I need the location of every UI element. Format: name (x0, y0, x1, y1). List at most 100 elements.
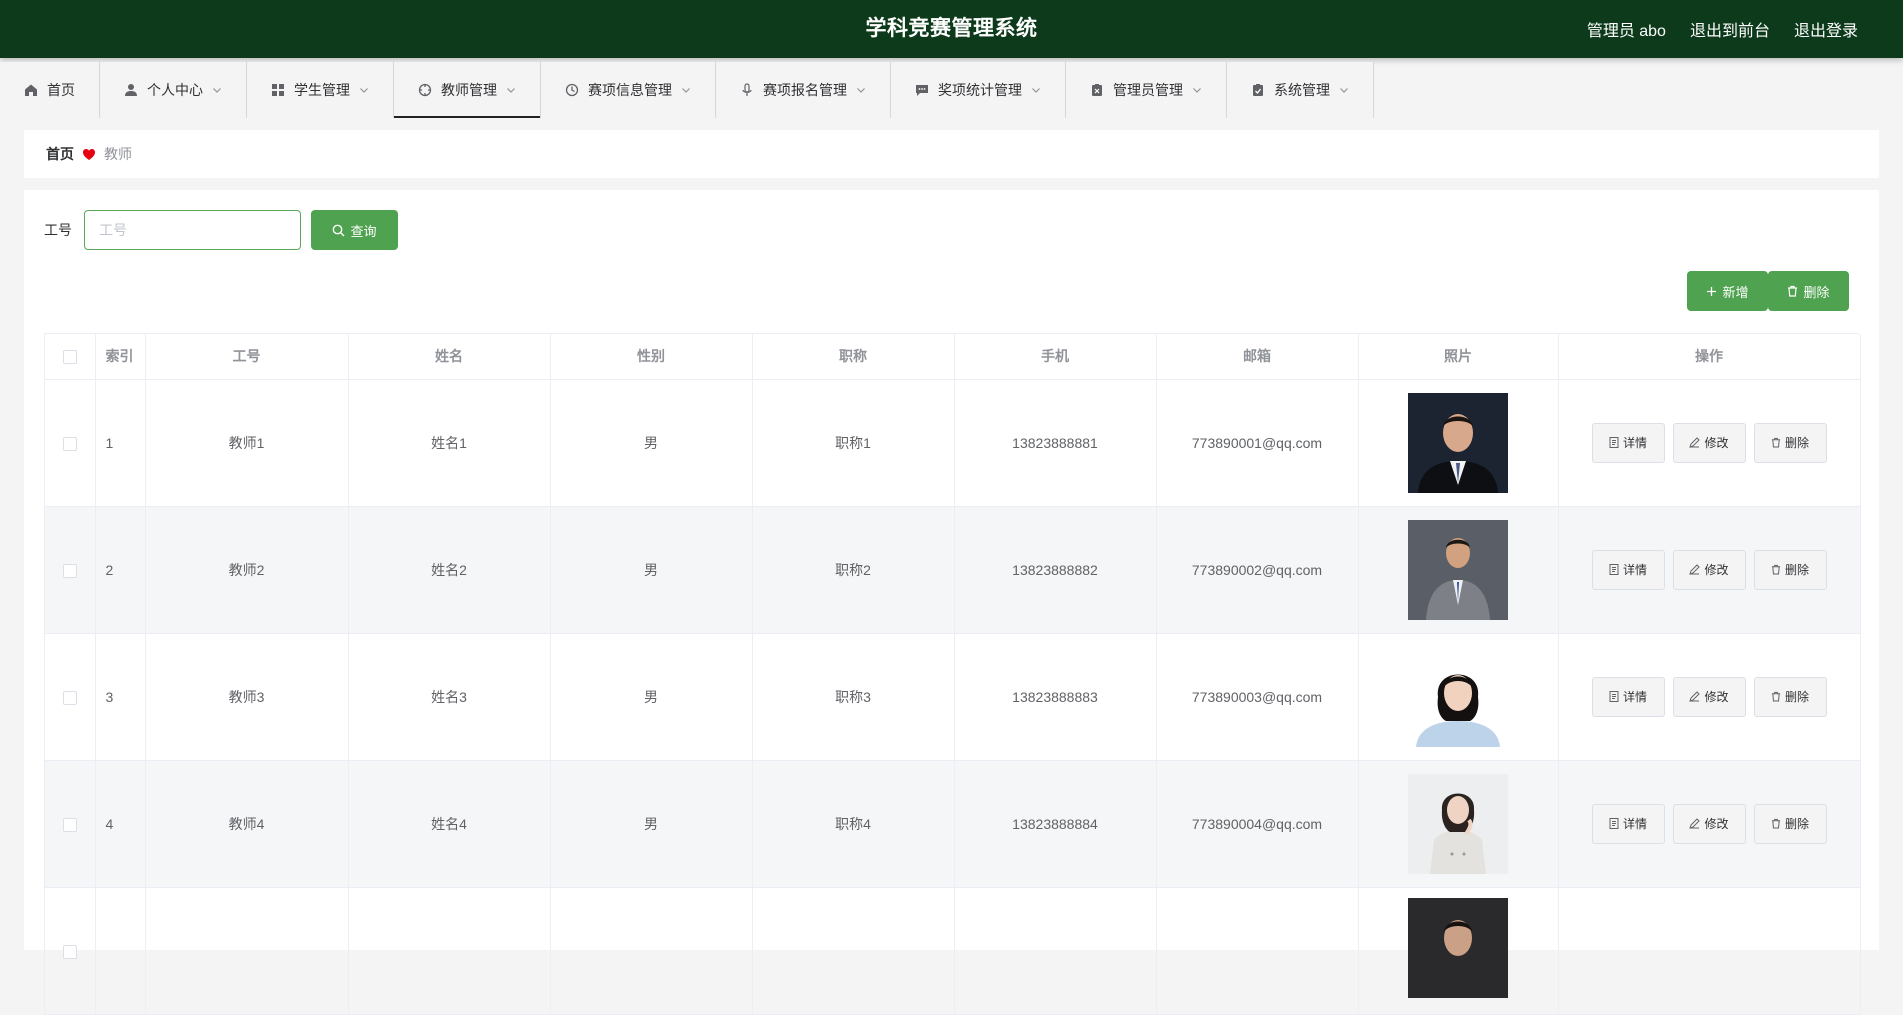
detail-label: 详情 (1622, 563, 1647, 577)
detail-button[interactable]: 详情 (1591, 549, 1665, 590)
batch-delete-button[interactable]: 删除 (1768, 271, 1849, 311)
clipboard-x-icon (1090, 83, 1104, 97)
teacher-photo[interactable] (1408, 646, 1508, 747)
cell-job-no: 教师3 (145, 633, 349, 761)
grid-icon (271, 83, 285, 97)
edit-button[interactable]: 修改 (1672, 803, 1746, 844)
nav-label: 管理员管理 (1113, 82, 1183, 98)
cell-name: 姓名1 (348, 379, 551, 507)
teacher-photo[interactable] (1408, 392, 1508, 493)
delete-label: 删除 (1784, 563, 1809, 577)
nav-item-admin-management[interactable]: 管理员管理 (1066, 62, 1227, 118)
cell-index: 2 (95, 506, 146, 634)
nav-item-student-management[interactable]: 学生管理 (247, 62, 394, 118)
nav-label: 学生管理 (294, 82, 350, 98)
document-icon (1609, 818, 1619, 829)
cell-index: 1 (95, 379, 146, 507)
microphone-icon (740, 83, 754, 97)
add-button[interactable]: 新增 (1687, 271, 1768, 311)
cell-gender: 男 (550, 760, 753, 888)
column-header: 邮箱 (1156, 334, 1359, 380)
nav-item-award-statistics[interactable]: 奖项统计管理 (891, 62, 1066, 118)
cell-actions: 详情 修改 删除 (1558, 633, 1861, 761)
column-header: 照片 (1358, 334, 1559, 380)
row-checkbox[interactable] (62, 944, 77, 959)
cell-email: 773890003@qq.com (1156, 633, 1359, 761)
plus-icon (1706, 286, 1717, 297)
detail-button[interactable]: 详情 (1591, 422, 1665, 463)
exit-to-front-link[interactable]: 退出到前台 (1690, 17, 1770, 41)
teacher-table: 索引 工号 姓名 性别 职称 手机 邮箱 照片 操作 1 教师1 姓名1 男 职… (44, 333, 1861, 1015)
chevron-down-icon (1192, 85, 1202, 95)
column-header: 操作 (1558, 334, 1861, 380)
row-checkbox[interactable] (62, 690, 77, 705)
row-checkbox[interactable] (62, 817, 77, 832)
detail-label: 详情 (1622, 817, 1647, 831)
cell-phone: 13823888884 (954, 760, 1157, 888)
main-nav: 首页 个人中心 学生管理 教师管理 赛项信息管理 赛项报名管理 奖项统计管理 管… (0, 62, 1374, 118)
select-all-cell (45, 334, 96, 380)
pencil-icon (1689, 437, 1701, 448)
document-icon (1609, 564, 1619, 575)
cell-title: 职称2 (752, 506, 955, 634)
search-label: 工号 (44, 222, 72, 238)
delete-label: 删除 (1784, 817, 1809, 831)
row-checkbox[interactable] (62, 436, 77, 451)
user-icon (124, 83, 138, 97)
cell-actions: 详情 修改 删除 (1558, 760, 1861, 888)
pencil-icon (1689, 691, 1701, 702)
current-user-label: 管理员 abo (1586, 23, 1666, 40)
delete-button[interactable]: 删除 (1753, 549, 1827, 590)
nav-item-home[interactable]: 首页 (0, 62, 100, 118)
delete-button[interactable]: 删除 (1753, 676, 1827, 717)
edit-button[interactable]: 修改 (1672, 676, 1746, 717)
trash-icon (1771, 564, 1781, 575)
delete-button[interactable]: 删除 (1753, 803, 1827, 844)
nav-item-personal-center[interactable]: 个人中心 (100, 62, 247, 118)
breadcrumb-home[interactable]: 首页 (46, 144, 74, 164)
select-all-checkbox[interactable] (62, 350, 77, 365)
job-number-search-input[interactable] (84, 210, 301, 250)
detail-button[interactable]: 详情 (1591, 676, 1665, 717)
chevron-down-icon (359, 85, 369, 95)
detail-button[interactable]: 详情 (1591, 803, 1665, 844)
delete-label: 删除 (1784, 690, 1809, 704)
chevron-down-icon (1339, 85, 1349, 95)
chevron-down-icon (856, 85, 866, 95)
column-header: 手机 (954, 334, 1157, 380)
cell-job-no: 教师4 (145, 760, 349, 888)
row-checkbox[interactable] (62, 563, 77, 578)
cell-name: 姓名3 (348, 633, 551, 761)
teacher-photo[interactable] (1408, 897, 1508, 998)
cell-phone: 13823888882 (954, 506, 1157, 634)
home-icon (24, 83, 38, 97)
nav-item-system-management[interactable]: 系统管理 (1227, 62, 1374, 118)
cell-title: 职称4 (752, 760, 955, 888)
top-header: 学科竞赛管理系统 管理员 abo 退出到前台 退出登录 (0, 0, 1903, 58)
teacher-photo[interactable] (1408, 519, 1508, 620)
nav-item-competition-signup[interactable]: 赛项报名管理 (716, 62, 891, 118)
logout-link[interactable]: 退出登录 (1794, 17, 1858, 41)
column-header: 职称 (752, 334, 955, 380)
cell-photo (1358, 506, 1559, 634)
chevron-down-icon (1031, 85, 1041, 95)
cell-email: 773890004@qq.com (1156, 760, 1359, 888)
cell-photo (1358, 760, 1559, 888)
edit-button[interactable]: 修改 (1672, 549, 1746, 590)
cell-title: 职称3 (752, 633, 955, 761)
batch-delete-label: 删除 (1803, 284, 1830, 300)
cell-actions: 详情 修改 删除 (1558, 379, 1861, 507)
nav-item-competition-info[interactable]: 赛项信息管理 (541, 62, 716, 118)
teacher-photo[interactable] (1408, 773, 1508, 874)
edit-button[interactable]: 修改 (1672, 422, 1746, 463)
cell-email: 773890001@qq.com (1156, 379, 1359, 507)
cell-phone: 13823888883 (954, 633, 1157, 761)
nav-item-teacher-management[interactable]: 教师管理 (394, 62, 541, 118)
breadcrumb-current: 教师 (104, 146, 132, 162)
edit-label: 修改 (1704, 563, 1729, 577)
cell-gender: 男 (550, 506, 753, 634)
search-button[interactable]: 查询 (311, 210, 398, 250)
table-row (45, 887, 1861, 1015)
cell-gender: 男 (550, 633, 753, 761)
delete-button[interactable]: 删除 (1753, 422, 1827, 463)
